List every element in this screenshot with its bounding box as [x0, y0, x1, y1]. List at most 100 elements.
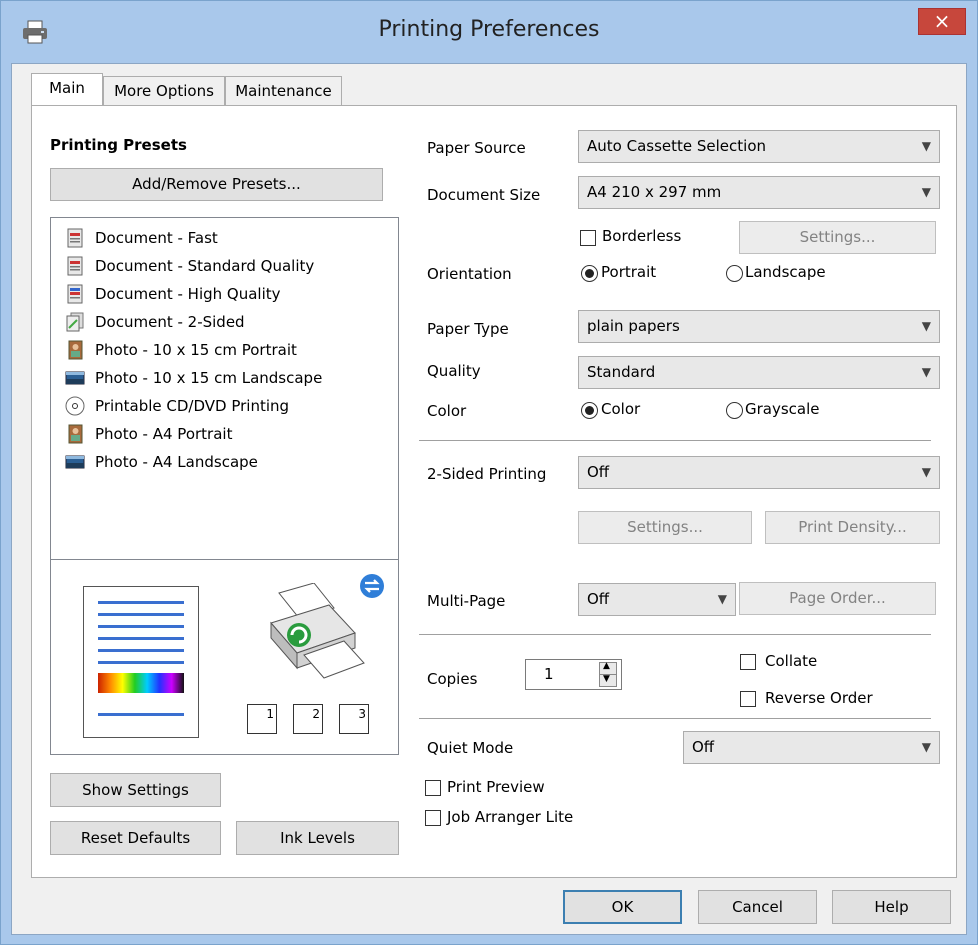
printing-presets-heading: Printing Presets: [50, 136, 187, 154]
multi-page-value: Off: [587, 590, 610, 608]
paper-source-value: Auto Cassette Selection: [587, 137, 767, 155]
close-button[interactable]: ×: [918, 8, 966, 35]
list-item[interactable]: Photo - A4 Portrait: [51, 422, 391, 450]
tab-main[interactable]: Main: [31, 73, 103, 107]
paper-source-select[interactable]: Auto Cassette Selection ▼: [578, 130, 940, 163]
multi-page-select[interactable]: Off ▼: [578, 583, 736, 616]
list-item[interactable]: Photo - 10 x 15 cm Portrait: [51, 338, 391, 366]
tab-maintenance-label: Maintenance: [235, 82, 332, 100]
close-icon: ×: [933, 9, 951, 33]
portrait-label: Portrait: [601, 263, 657, 281]
document-size-select[interactable]: A4 210 x 297 mm ▼: [578, 176, 940, 209]
two-sided-printing-select[interactable]: Off ▼: [578, 456, 940, 489]
orientation-label: Orientation: [427, 265, 512, 283]
landscape-radio[interactable]: [726, 265, 743, 282]
borderless-label: Borderless: [602, 227, 682, 245]
tab-main-label: Main: [49, 79, 85, 97]
photo-landscape-icon: [65, 455, 85, 469]
cd-dvd-icon: [65, 396, 85, 416]
page-number-2: 2: [312, 707, 320, 721]
chevron-down-icon: ▼: [921, 365, 931, 379]
quality-select[interactable]: Standard ▼: [578, 356, 940, 389]
document-icon: [67, 284, 83, 304]
preview-divider: [51, 559, 398, 560]
preset-label: Printable CD/DVD Printing: [95, 397, 290, 415]
print-density-button[interactable]: Print Density...: [765, 511, 940, 544]
presets-listbox: Document - Fast Document - Standard Qual…: [50, 217, 399, 755]
sync-icon[interactable]: [359, 573, 385, 599]
collate-checkbox[interactable]: [740, 654, 756, 670]
preset-label: Photo - 10 x 15 cm Portrait: [95, 341, 297, 359]
paper-type-select[interactable]: plain papers ▼: [578, 310, 940, 343]
copies-label: Copies: [427, 670, 478, 688]
reset-defaults-button[interactable]: Reset Defaults: [50, 821, 221, 855]
dialog-client-area: Main More Options Maintenance Printing P…: [11, 63, 967, 935]
two-sided-printing-value: Off: [587, 463, 610, 481]
preset-label: Photo - A4 Landscape: [95, 453, 258, 471]
list-item[interactable]: Printable CD/DVD Printing: [51, 394, 391, 422]
copies-spinner[interactable]: ▲ ▼: [599, 661, 617, 687]
spin-down-icon[interactable]: ▼: [603, 674, 610, 684]
chevron-down-icon: ▼: [921, 740, 931, 754]
preset-label: Document - High Quality: [95, 285, 281, 303]
printer-illustration-icon: [270, 583, 365, 679]
paper-type-value: plain papers: [587, 317, 680, 335]
list-item[interactable]: Document - Fast: [51, 226, 391, 254]
copies-value: 1: [544, 665, 554, 683]
paper-source-label: Paper Source: [427, 139, 526, 157]
list-item[interactable]: Document - Standard Quality: [51, 254, 391, 282]
borderless-settings-button[interactable]: Settings...: [739, 221, 936, 254]
copies-input[interactable]: 1 ▲ ▼: [525, 659, 622, 690]
tab-maintenance[interactable]: Maintenance: [225, 76, 342, 106]
list-item[interactable]: Photo - 10 x 15 cm Landscape: [51, 366, 391, 394]
print-preview-checkbox[interactable]: [425, 780, 441, 796]
collate-label: Collate: [765, 652, 818, 670]
ink-levels-button[interactable]: Ink Levels: [236, 821, 399, 855]
page-number-1: 1: [266, 707, 274, 721]
color-radio[interactable]: [581, 402, 598, 419]
portrait-radio[interactable]: [581, 265, 598, 282]
preset-label: Photo - 10 x 15 cm Landscape: [95, 369, 323, 387]
cancel-button[interactable]: Cancel: [698, 890, 817, 924]
color-bar: [98, 673, 184, 693]
preset-label: Photo - A4 Portrait: [95, 425, 233, 443]
title-bar[interactable]: Printing Preferences ×: [1, 1, 977, 63]
grayscale-radio[interactable]: [726, 402, 743, 419]
photo-portrait-icon: [68, 340, 83, 360]
page-number-3: 3: [358, 707, 366, 721]
grayscale-label: Grayscale: [745, 400, 820, 418]
borderless-checkbox[interactable]: [580, 230, 596, 246]
page-preview: [83, 586, 199, 738]
landscape-label: Landscape: [745, 263, 826, 281]
multi-page-label: Multi-Page: [427, 592, 506, 610]
help-button[interactable]: Help: [832, 890, 951, 924]
window-title: Printing Preferences: [378, 17, 600, 42]
page-order-button[interactable]: Page Order...: [739, 582, 936, 615]
tab-more-options-label: More Options: [114, 82, 214, 100]
color-option-label: Color: [601, 400, 641, 418]
quality-label: Quality: [427, 362, 481, 380]
quiet-mode-select[interactable]: Off ▼: [683, 731, 940, 764]
document-icon: [67, 228, 83, 248]
add-remove-presets-button[interactable]: Add/Remove Presets...: [50, 168, 383, 201]
list-item[interactable]: Photo - A4 Landscape: [51, 450, 391, 478]
job-arranger-lite-checkbox[interactable]: [425, 810, 441, 826]
preset-label: Document - 2-Sided: [95, 313, 245, 331]
main-tab-panel: Printing Presets Add/Remove Presets... D…: [31, 105, 957, 878]
tab-more-options[interactable]: More Options: [103, 76, 225, 106]
show-settings-button[interactable]: Show Settings: [50, 773, 221, 807]
divider: [419, 440, 931, 441]
list-item[interactable]: Document - High Quality: [51, 282, 391, 310]
chevron-down-icon: ▼: [717, 592, 727, 606]
document-size-label: Document Size: [427, 186, 541, 204]
spin-up-icon[interactable]: ▲: [603, 661, 610, 671]
chevron-down-icon: ▼: [921, 139, 931, 153]
ok-button[interactable]: OK: [563, 890, 682, 924]
reverse-order-checkbox[interactable]: [740, 691, 756, 707]
photo-portrait-icon: [68, 424, 83, 444]
two-sided-printing-label: 2-Sided Printing: [427, 465, 547, 483]
two-sided-settings-button[interactable]: Settings...: [578, 511, 752, 544]
list-item[interactable]: Document - 2-Sided: [51, 310, 391, 338]
printing-preferences-window: Printing Preferences × Main More Options…: [0, 0, 978, 945]
reverse-order-label: Reverse Order: [765, 689, 873, 707]
